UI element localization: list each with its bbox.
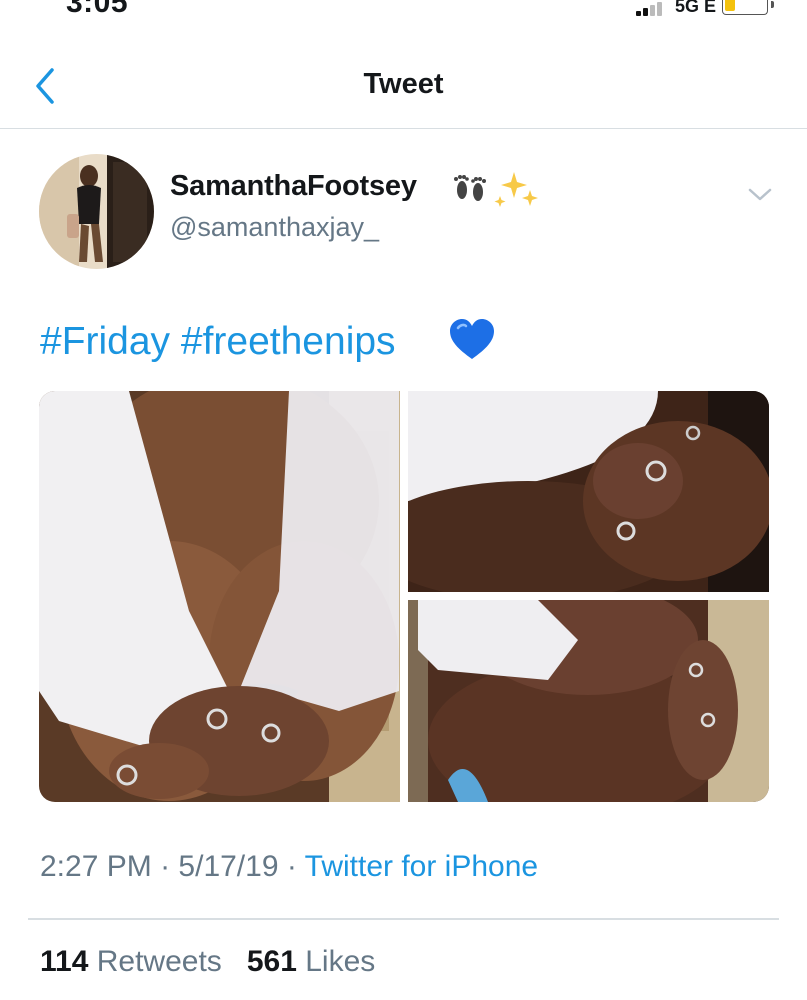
page-title: Tweet (363, 68, 444, 100)
likes-label: Likes (305, 945, 376, 978)
footprints-sparkles-icon (454, 172, 538, 207)
avatar[interactable] (39, 154, 154, 269)
photo-3[interactable] (408, 600, 769, 802)
tweet-source-link[interactable]: Twitter for iPhone (305, 850, 538, 883)
hashtag-friday[interactable]: #Friday (40, 320, 170, 363)
retweets-stat[interactable]: 114 Retweets (40, 945, 230, 978)
user-handle[interactable]: @samanthaxjay_ (170, 212, 379, 243)
status-time: 3:05 (66, 0, 129, 19)
retweets-label: Retweets (96, 945, 222, 978)
hashtag-freethenips[interactable]: #freethenips (181, 320, 396, 363)
tweet-time: 2:27 PM (40, 850, 152, 883)
tweet-date: 5/17/19 (178, 850, 279, 883)
meta-separator-1: · (160, 850, 171, 883)
media-grid (39, 391, 769, 802)
tweet-meta: 2:27 PM · 5/17/19 · Twitter for iPhone (40, 850, 538, 884)
blue-heart-icon (450, 319, 494, 359)
signal-icon (636, 2, 670, 16)
battery-nub (771, 1, 774, 8)
likes-count: 561 (246, 945, 297, 978)
retweets-count: 114 (40, 945, 89, 978)
photo-2[interactable] (408, 391, 769, 592)
likes-stat[interactable]: 561 Likes (247, 945, 375, 978)
battery-icon (722, 0, 768, 15)
tweet-text: #Friday #freethenips (40, 320, 396, 364)
footprints-icon (454, 175, 486, 201)
network-type: 5G E (675, 0, 717, 16)
sparkles-icon (494, 172, 538, 207)
tweet-stats: 114 Retweets 561 Likes (40, 945, 375, 979)
tweet-header: SamanthaFootsey @samanthaxjay_ (0, 152, 807, 272)
chevron-down-icon (748, 188, 772, 201)
meta-separator-2: · (286, 850, 297, 883)
divider (28, 918, 779, 920)
photo-1[interactable] (39, 391, 400, 802)
status-bar: 3:05 5G E (0, 0, 807, 22)
more-options-button[interactable] (744, 182, 776, 206)
nav-bar: Tweet (0, 44, 807, 129)
display-name[interactable]: SamanthaFootsey (170, 170, 417, 203)
